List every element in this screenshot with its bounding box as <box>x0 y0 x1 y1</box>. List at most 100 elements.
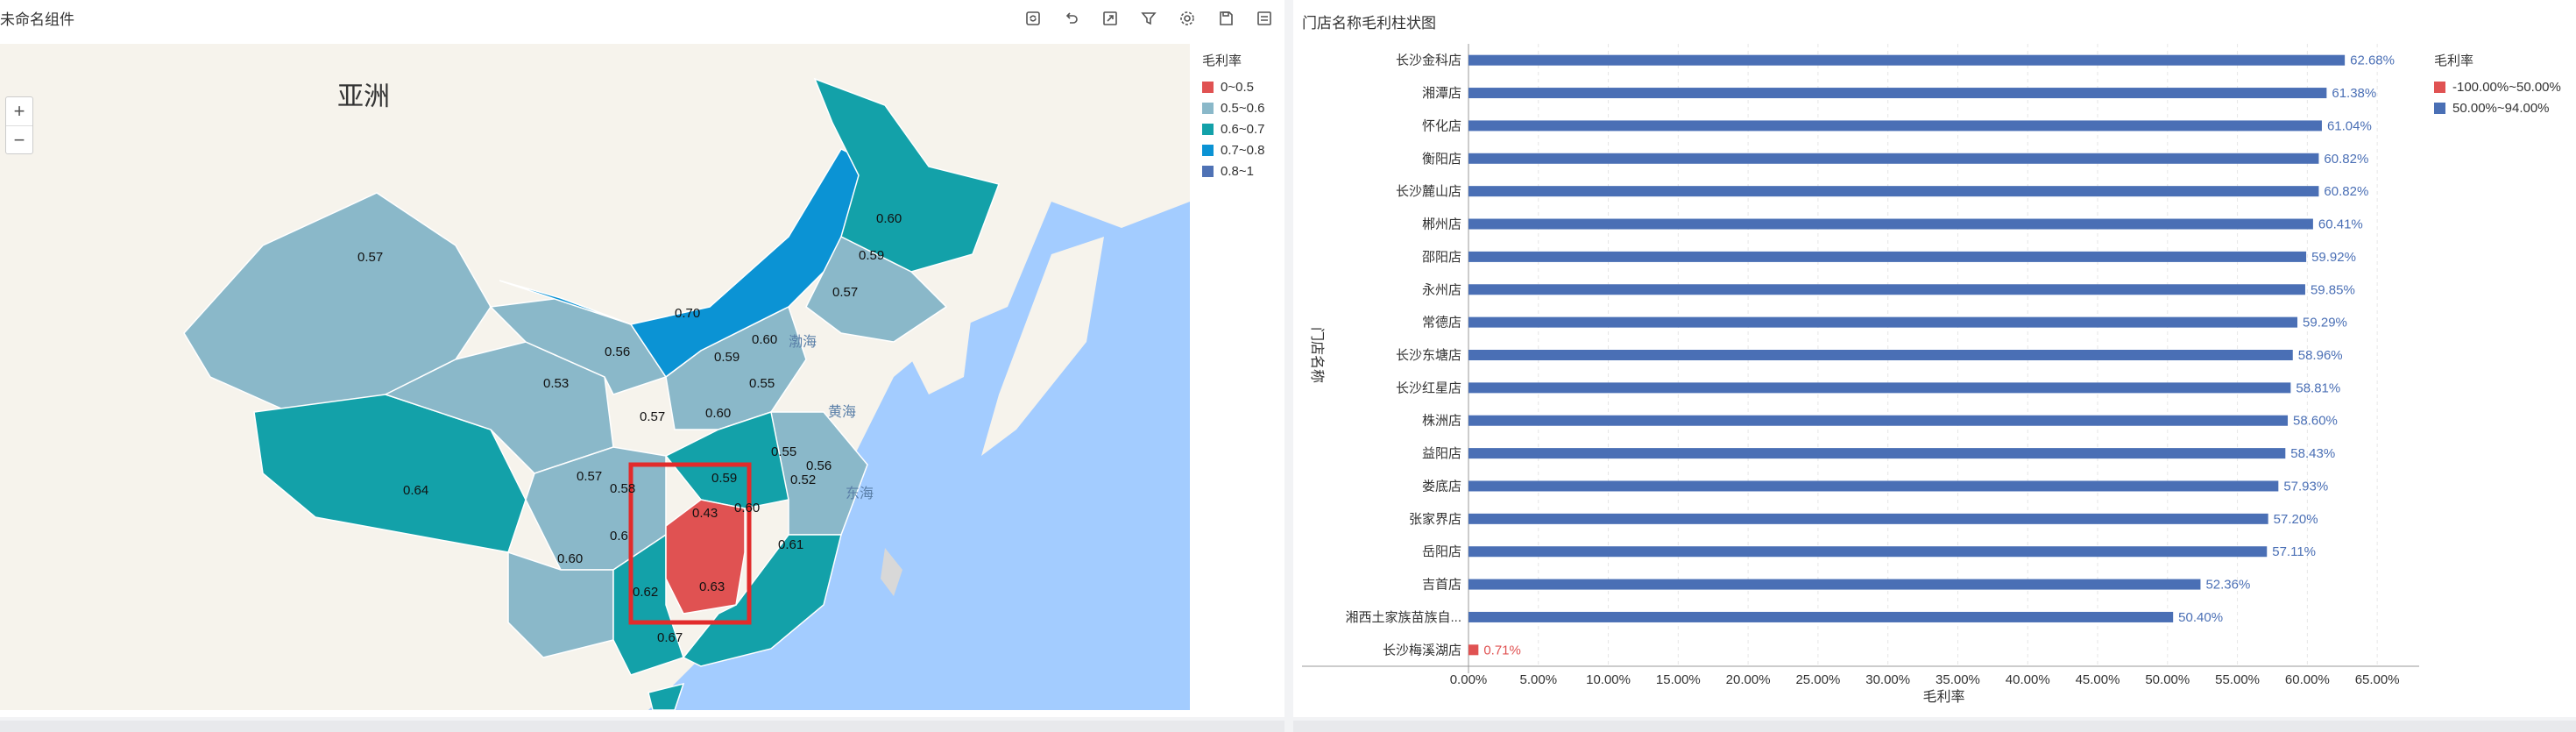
bar[interactable] <box>1468 54 2346 66</box>
bar[interactable] <box>1468 88 2327 99</box>
data-label: 58.96% <box>2298 348 2343 363</box>
value-label: 0.52 <box>790 473 816 487</box>
category-label: 湘西土家族苗族自... <box>1345 610 1461 625</box>
legend-swatch <box>1202 81 1214 93</box>
settings-icon[interactable] <box>1176 7 1199 30</box>
chart-panel-footer <box>1293 721 2576 732</box>
label-yellow-sea: 黄海 <box>828 404 856 420</box>
bar-chart-panel: 门店名称毛利柱状图 0.00% 5.00% 10.00% 15.00% 20.00% 25… <box>1293 0 2576 717</box>
legend-swatch <box>1202 123 1214 135</box>
value-label: 0.43 <box>692 506 718 521</box>
category-label: 衡阳店 <box>1422 152 1461 167</box>
category-label: 岳阳店 <box>1422 544 1461 559</box>
bar[interactable] <box>1468 546 2268 558</box>
data-label: 58.43% <box>2290 446 2335 461</box>
x-tick-label: 15.00% <box>1656 672 1701 687</box>
legend-item[interactable]: 0.8~1 <box>1202 160 1264 181</box>
label-east-sea: 东海 <box>846 486 874 501</box>
x-tick-label: 35.00% <box>1936 672 1980 687</box>
bar-chart: 0.00% 5.00% 10.00% 15.00% 20.00% 25.00% 30.00%… <box>1302 44 2419 705</box>
bar[interactable] <box>1468 120 2322 131</box>
legend-swatch <box>1202 165 1214 177</box>
value-label: 0.59 <box>859 248 884 263</box>
value-label: 0.56 <box>806 458 832 473</box>
value-label: 0.59 <box>714 350 740 365</box>
category-label: 长沙麓山店 <box>1396 184 1461 199</box>
data-label: 58.81% <box>2296 380 2340 395</box>
category-label: 常德店 <box>1422 315 1461 330</box>
data-label: 57.20% <box>2274 512 2318 527</box>
legend-item[interactable]: 0.6~0.7 <box>1202 118 1264 139</box>
save-icon[interactable] <box>1214 7 1237 30</box>
data-label: 52.36% <box>2205 578 2250 593</box>
category-label: 邵阳店 <box>1422 250 1461 265</box>
zoom-in-button[interactable]: + <box>6 97 32 125</box>
bar-legend-title: 毛利率 <box>2434 53 2474 68</box>
map-svg: 亚洲 渤海 黄海 东海 0.57 0.64 0.53 0.56 0.70 0.6… <box>0 44 1190 710</box>
value-label: 0.62 <box>633 585 658 600</box>
map-panel: 未命名组件 亚洲 渤海 黄海 东海 0.57 0.64 0.53 0.56 0.… <box>0 0 1284 717</box>
legend-item[interactable]: -100.00%~50.00% <box>2434 76 2561 97</box>
data-label: 57.11% <box>2272 544 2316 559</box>
bar[interactable] <box>1468 415 2289 426</box>
filter-icon[interactable] <box>1137 7 1160 30</box>
bar[interactable] <box>1468 186 2319 197</box>
x-tick-label: 60.00% <box>2285 672 2330 687</box>
bar-legend: 毛利率 -100.00%~50.00% 50.00%~94.00% <box>2434 51 2561 118</box>
fullscreen-icon[interactable] <box>1253 7 1276 30</box>
legend-item[interactable]: 50.00%~94.00% <box>2434 97 2561 118</box>
zoom-control: + − <box>5 96 33 154</box>
label-asia: 亚洲 <box>337 82 390 111</box>
category-label: 吉首店 <box>1422 578 1461 593</box>
bar[interactable] <box>1468 284 2305 295</box>
value-label: 0.63 <box>699 579 725 594</box>
legend-item[interactable]: 0.5~0.6 <box>1202 97 1264 118</box>
map-toolbar <box>1022 7 1276 30</box>
value-label: 0.64 <box>403 483 428 498</box>
category-label: 株洲店 <box>1422 414 1461 429</box>
category-label: 长沙东塘店 <box>1396 348 1461 363</box>
category-label: 长沙红星店 <box>1396 380 1461 395</box>
bar[interactable] <box>1468 448 2286 459</box>
x-tick-label: 45.00% <box>2076 672 2120 687</box>
china-map[interactable]: 亚洲 渤海 黄海 东海 0.57 0.64 0.53 0.56 0.70 0.6… <box>0 44 1190 710</box>
map-panel-title: 未命名组件 <box>0 11 74 28</box>
category-label: 娄底店 <box>1422 479 1461 494</box>
bar[interactable] <box>1468 350 2293 360</box>
category-label: 郴州店 <box>1422 217 1461 232</box>
bar[interactable] <box>1468 513 2268 524</box>
value-label: 0.59 <box>711 471 737 486</box>
x-tick-label: 5.00% <box>1520 672 1558 687</box>
legend-label: 0.8~1 <box>1221 163 1254 179</box>
undo-icon[interactable] <box>1060 7 1083 30</box>
bar[interactable] <box>1468 611 2174 622</box>
export-icon[interactable] <box>1099 7 1122 30</box>
data-label: 57.93% <box>2283 479 2328 494</box>
value-label: 0.60 <box>734 501 760 515</box>
bar[interactable] <box>1468 218 2313 230</box>
map-panel-footer <box>0 721 1284 732</box>
data-label: 61.04% <box>2327 118 2372 133</box>
bar[interactable] <box>1468 382 2291 394</box>
data-label: 58.60% <box>2293 414 2338 429</box>
bar[interactable] <box>1468 644 1479 656</box>
legend-label: 50.00%~94.00% <box>2452 100 2550 116</box>
bar[interactable] <box>1468 480 2279 492</box>
refresh-icon[interactable] <box>1022 7 1044 30</box>
value-label: 0.70 <box>675 306 700 321</box>
bar[interactable] <box>1468 316 2298 328</box>
value-label: 0.57 <box>577 469 602 484</box>
legend-label: 0.5~0.6 <box>1221 100 1265 116</box>
legend-item[interactable]: 0.7~0.8 <box>1202 139 1264 160</box>
legend-item[interactable]: 0~0.5 <box>1202 76 1264 97</box>
category-label: 永州店 <box>1422 282 1461 297</box>
zoom-out-button[interactable]: − <box>6 125 32 153</box>
bar[interactable] <box>1468 153 2319 164</box>
taiwan-island <box>881 548 902 596</box>
bar[interactable] <box>1468 251 2307 262</box>
data-label: 59.29% <box>2303 316 2347 330</box>
bar[interactable] <box>1468 579 2201 590</box>
y-axis-title: 门店名称 <box>1309 327 1325 383</box>
value-label: 0.56 <box>605 345 630 359</box>
x-tick-label: 30.00% <box>1865 672 1910 687</box>
